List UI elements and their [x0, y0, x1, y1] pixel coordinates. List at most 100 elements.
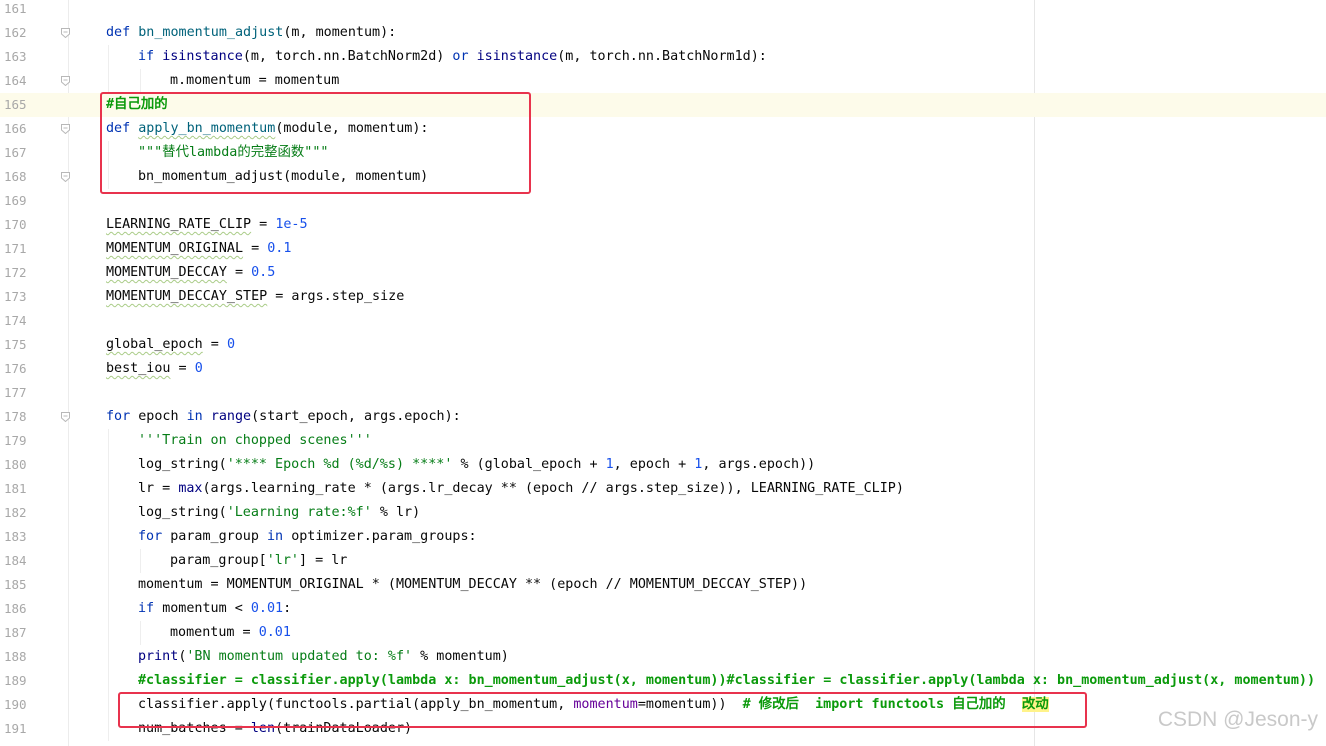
code-token: (args.learning_rate * (args.lr_decay ** … — [202, 481, 904, 496]
code-text: lr = max(args.learning_rate * (args.lr_d… — [138, 477, 904, 501]
highlight-box-function — [100, 92, 531, 194]
code-line[interactable]: 189 #classifier = classifier.apply(lambda… — [0, 669, 1326, 693]
line-number: 179 — [4, 433, 27, 448]
code-token: 'lr' — [266, 553, 299, 568]
code-token: 0.01 — [258, 625, 291, 640]
code-token: range — [210, 409, 252, 424]
fold-marker-icon[interactable] — [61, 28, 70, 38]
code-token: #classifier = classifier.apply(lambda x:… — [138, 673, 1316, 688]
code-line[interactable]: 175 global_epoch = 0 — [0, 333, 1326, 357]
code-line[interactable]: 183 for param_group in optimizer.param_gr… — [0, 525, 1326, 549]
code-token: for — [138, 529, 171, 544]
code-text: MOMENTUM_DECCAY_STEP = args.step_size — [106, 285, 404, 309]
code-token: MOMENTUM_DECCAY — [106, 265, 227, 280]
code-line[interactable]: 163 if isinstance(m, torch.nn.BatchNorm2d… — [0, 45, 1326, 69]
code-token: (start_epoch, args.epoch): — [251, 409, 461, 424]
line-number: 184 — [4, 553, 27, 568]
code-line[interactable]: 181 lr = max(args.learning_rate * (args.l… — [0, 477, 1326, 501]
code-token: global_epoch — [106, 337, 203, 352]
code-line[interactable]: 187 momentum = 0.01 — [0, 621, 1326, 645]
indent-guide — [108, 693, 109, 717]
code-token: or — [452, 49, 477, 64]
code-text: MOMENTUM_DECCAY = 0.5 — [106, 261, 275, 285]
code-token: in — [186, 409, 211, 424]
code-token: % (global_epoch + — [452, 457, 606, 472]
code-token: MOMENTUM_DECCAY_STEP — [106, 289, 268, 304]
line-number: 166 — [4, 121, 27, 136]
code-line[interactable]: 170 LEARNING_RATE_CLIP = 1e-5 — [0, 213, 1326, 237]
line-number: 165 — [4, 97, 27, 112]
code-token: : — [283, 601, 292, 616]
code-line[interactable]: 184 param_group['lr'] = lr — [0, 549, 1326, 573]
indent-guide — [108, 453, 109, 477]
line-number: 170 — [4, 217, 27, 232]
code-token: 0 — [226, 337, 235, 352]
code-line[interactable]: 177 — [0, 381, 1326, 405]
code-line[interactable]: 171 MOMENTUM_ORIGINAL = 0.1 — [0, 237, 1326, 261]
watermark: CSDN @Jeson-y — [1157, 708, 1318, 731]
code-line[interactable]: 172 MOMENTUM_DECCAY = 0.5 — [0, 261, 1326, 285]
code-line[interactable]: 178 for epoch in range(start_epoch, args.… — [0, 405, 1326, 429]
code-token: def — [106, 25, 139, 40]
code-token: 'Learning rate:%f' — [226, 505, 372, 520]
line-number: 188 — [4, 649, 27, 664]
line-number: 189 — [4, 673, 27, 688]
fold-marker-icon[interactable] — [61, 412, 70, 422]
line-number: 175 — [4, 337, 27, 352]
indent-guide — [108, 501, 109, 525]
code-token: (m, torch.nn.BatchNorm1d): — [557, 49, 767, 64]
line-number: 164 — [4, 73, 27, 88]
code-line[interactable]: 162 def bn_momentum_adjust(m, momentum): — [0, 21, 1326, 45]
indent-guide — [108, 645, 109, 669]
line-number: 174 — [4, 313, 27, 328]
code-line[interactable]: 179 '''Train on chopped scenes''' — [0, 429, 1326, 453]
line-number: 173 — [4, 289, 27, 304]
code-text: global_epoch = 0 — [106, 333, 235, 357]
indent-guide — [140, 69, 141, 93]
code-token: if — [138, 601, 163, 616]
code-line[interactable]: 180 log_string('**** Epoch %d (%d/%s) ***… — [0, 453, 1326, 477]
code-token: LEARNING_RATE_CLIP — [106, 217, 252, 232]
code-text: param_group['lr'] = lr — [170, 549, 347, 573]
code-text: MOMENTUM_ORIGINAL = 0.1 — [106, 237, 291, 261]
code-line[interactable]: 188 print('BN momentum updated to: %f' % … — [0, 645, 1326, 669]
line-number: 177 — [4, 385, 27, 400]
code-token: = — [202, 337, 227, 352]
code-token: = — [251, 217, 276, 232]
code-token: = — [170, 361, 195, 376]
line-number: 183 — [4, 529, 27, 544]
code-line[interactable]: 161 — [0, 0, 1326, 21]
code-text: for epoch in range(start_epoch, args.epo… — [106, 405, 461, 429]
code-line[interactable]: 185 momentum = MOMENTUM_ORIGINAL * (MOMEN… — [0, 573, 1326, 597]
code-token: , epoch + — [613, 457, 695, 472]
code-line[interactable]: 174 — [0, 309, 1326, 333]
indent-guide — [140, 549, 141, 573]
fold-marker-icon[interactable] — [61, 124, 70, 134]
code-token: '**** Epoch %d (%d/%s) ****' — [226, 457, 453, 472]
code-token: optimizer.param_groups: — [291, 529, 477, 544]
line-number: 191 — [4, 721, 27, 736]
fold-marker-icon[interactable] — [61, 172, 70, 182]
code-token: = args.step_size — [267, 289, 405, 304]
code-token: 0.01 — [250, 601, 284, 616]
line-number: 190 — [4, 697, 27, 712]
code-token: epoch — [138, 409, 187, 424]
code-token: % momentum) — [412, 649, 509, 664]
line-number: 168 — [4, 169, 27, 184]
code-token: % lr) — [371, 505, 421, 520]
indent-guide — [108, 573, 109, 597]
code-line[interactable]: 176 best_iou = 0 — [0, 357, 1326, 381]
fold-marker-icon[interactable] — [61, 76, 70, 86]
code-token: 0 — [194, 361, 203, 376]
code-token: momentum = MOMENTUM_ORIGINAL * (MOMENTUM… — [138, 577, 808, 592]
code-line[interactable]: 164 m.momentum = momentum — [0, 69, 1326, 93]
code-line[interactable]: 186 if momentum < 0.01: — [0, 597, 1326, 621]
code-token: if — [138, 49, 163, 64]
code-text: best_iou = 0 — [106, 357, 203, 381]
code-line[interactable]: 182 log_string('Learning rate:%f' % lr) — [0, 501, 1326, 525]
code-token: bn_momentum_adjust — [138, 25, 284, 40]
line-number: 186 — [4, 601, 27, 616]
code-line[interactable]: 173 MOMENTUM_DECCAY_STEP = args.step_size — [0, 285, 1326, 309]
indent-guide — [108, 525, 109, 549]
indent-guide — [108, 45, 109, 69]
